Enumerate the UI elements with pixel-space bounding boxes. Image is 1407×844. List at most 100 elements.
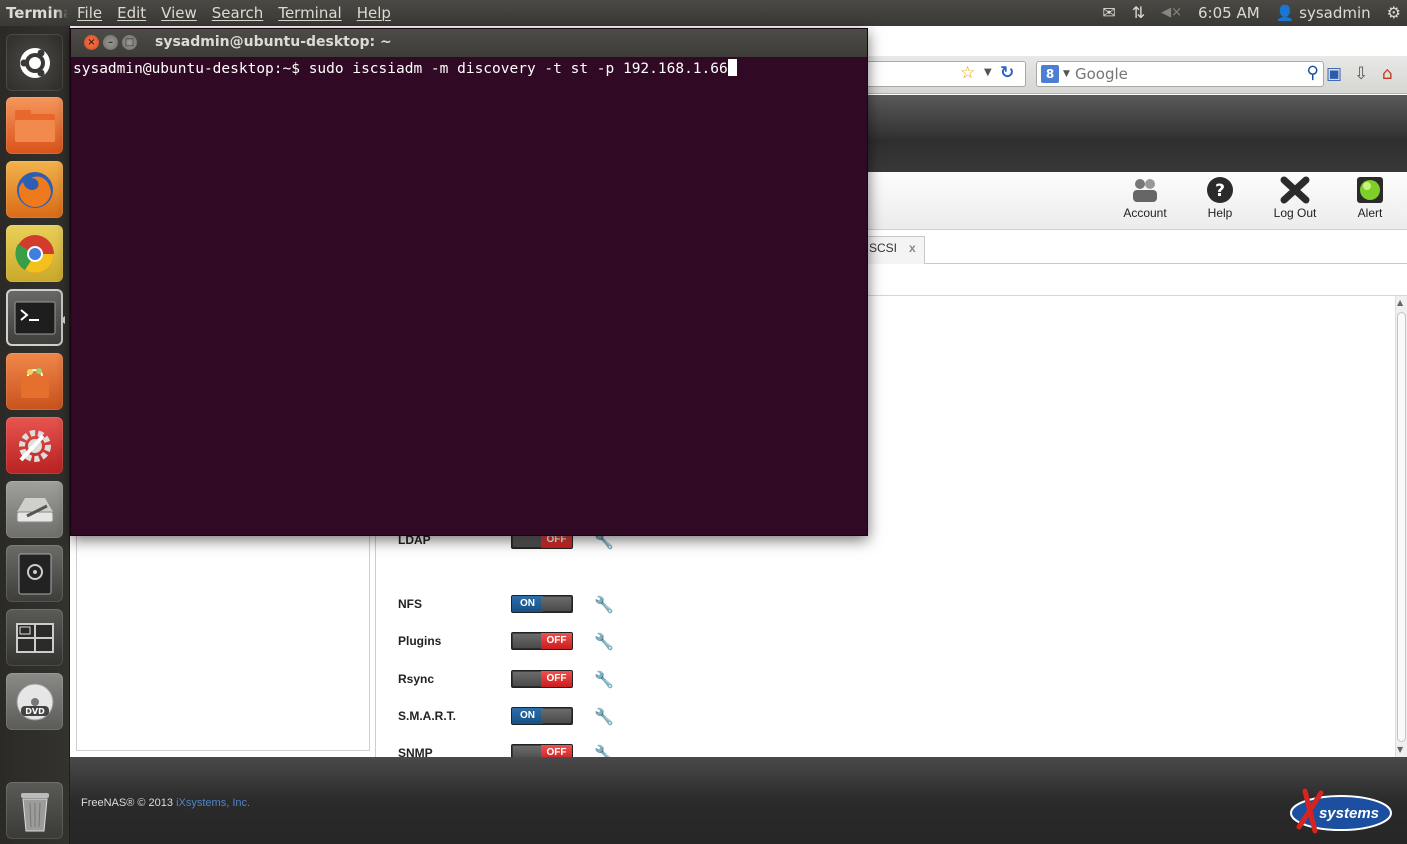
copyright-text: FreeNAS® © 2013 iXsystems, Inc.: [81, 797, 250, 809]
launcher: DVD: [0, 26, 70, 844]
logout-button[interactable]: Log Out: [1265, 176, 1325, 220]
maximize-icon[interactable]: □: [122, 35, 137, 50]
alert-button[interactable]: Alert: [1340, 176, 1400, 220]
downloads-icon[interactable]: ⇩: [1354, 64, 1368, 84]
toggle-state: OFF: [541, 671, 572, 687]
session-gear-icon[interactable]: ⚙: [1387, 3, 1401, 22]
ubuntu-logo-icon: [19, 47, 50, 78]
menu-help[interactable]: Help: [357, 4, 391, 22]
engine-dropdown-icon[interactable]: ▼: [1063, 69, 1070, 79]
clock[interactable]: 6:05 AM: [1198, 4, 1260, 22]
scroll-down-icon[interactable]: ▼: [1397, 745, 1403, 754]
launcher-dash[interactable]: [6, 34, 63, 91]
user-menu[interactable]: 👤 sysadmin: [1276, 4, 1371, 22]
text-cursor: [727, 59, 737, 76]
alert-light-icon: [1357, 177, 1383, 203]
search-icon[interactable]: ⚲: [1307, 63, 1319, 83]
svg-text:systems: systems: [1319, 805, 1379, 822]
shopping-bag-icon: [20, 367, 49, 398]
terminal-window[interactable]: × – □ sysadmin@ubuntu-desktop: ~ sysadmi…: [70, 28, 868, 536]
settings-wrench-icon: [18, 429, 51, 462]
search-input[interactable]: [1075, 64, 1285, 84]
service-toggle[interactable]: OFF: [511, 670, 573, 688]
reload-icon[interactable]: ↻: [1000, 63, 1014, 83]
launcher-backup[interactable]: [6, 545, 63, 602]
launcher-trash[interactable]: [6, 782, 63, 839]
volume-muted-icon[interactable]: ◀×: [1161, 5, 1182, 20]
service-name: Plugins: [398, 634, 442, 648]
history-dropdown-icon[interactable]: ▼: [984, 67, 992, 78]
vertical-scrollbar[interactable]: ▲ ▼: [1395, 296, 1407, 758]
launcher-chromium[interactable]: [6, 225, 63, 282]
tab-iscsi[interactable]: SCSI x: [860, 236, 925, 264]
svg-text:?: ?: [1215, 181, 1225, 201]
network-icon[interactable]: ⇅: [1132, 3, 1145, 22]
mail-icon[interactable]: ✉: [1102, 3, 1115, 22]
account-label: Account: [1123, 206, 1167, 220]
typed-command: sudo iscsiadm -m discovery -t st -p 192.…: [308, 61, 728, 77]
app-menubar: File Edit View Search Terminal Help: [77, 4, 391, 22]
trash-icon: [20, 792, 49, 831]
menu-file[interactable]: File: [77, 4, 102, 22]
terminal-icon: [14, 301, 55, 334]
active-app-title: Terminal: [6, 4, 68, 22]
toggle-state: ON: [512, 708, 543, 724]
minimize-icon[interactable]: –: [103, 35, 118, 50]
toggle-state: ON: [512, 596, 543, 612]
wrench-icon[interactable]: 🔧: [594, 595, 614, 614]
close-icon[interactable]: ×: [84, 35, 99, 50]
help-label: Help: [1207, 206, 1233, 220]
launcher-terminal[interactable]: [6, 289, 63, 346]
alert-label: Alert: [1357, 206, 1383, 220]
scroll-up-icon[interactable]: ▲: [1397, 298, 1403, 307]
launcher-dvd[interactable]: DVD: [6, 673, 63, 730]
ixsystems-logo: systems: [1290, 788, 1392, 834]
wrench-icon[interactable]: 🔧: [594, 670, 614, 689]
menu-terminal[interactable]: Terminal: [278, 4, 341, 22]
bookmarks-icon[interactable]: ▣: [1326, 64, 1342, 84]
logout-x-icon: [1280, 176, 1310, 204]
terminal-title: sysadmin@ubuntu-desktop: ~: [155, 34, 392, 50]
tab-close-icon[interactable]: x: [909, 241, 916, 255]
service-row-rsync: Rsync OFF 🔧: [398, 670, 658, 690]
copyright-label: FreeNAS® © 2013: [81, 797, 177, 809]
tab-iscsi-label: SCSI: [869, 241, 898, 255]
launcher-files[interactable]: [6, 97, 63, 154]
service-name: Rsync: [398, 672, 435, 686]
menu-view[interactable]: View: [161, 4, 197, 22]
logout-label: Log Out: [1273, 206, 1317, 220]
firefox-icon: [16, 171, 53, 208]
terminal-output[interactable]: sysadmin@ubuntu-desktop:~$ sudo iscsiadm…: [73, 59, 867, 535]
launcher-disk-utility[interactable]: [6, 481, 63, 538]
wrench-icon[interactable]: 🔧: [594, 632, 614, 651]
indicator-area: ✉ ⇅ ◀× 6:05 AM 👤 sysadmin ⚙: [1102, 3, 1401, 22]
wrench-icon[interactable]: 🔧: [594, 707, 614, 726]
safe-icon: [18, 553, 51, 594]
help-button[interactable]: ? Help: [1190, 176, 1250, 220]
account-icon: [1133, 179, 1157, 202]
ixsystems-link[interactable]: iXsystems, Inc.: [176, 797, 250, 809]
service-toggle[interactable]: ON: [511, 595, 573, 613]
launcher-firefox[interactable]: [6, 161, 63, 218]
launcher-software-center[interactable]: [6, 353, 63, 410]
service-name: NFS: [398, 597, 422, 611]
folder-icon: [14, 109, 55, 142]
launcher-workspace-switcher[interactable]: [6, 609, 63, 666]
terminal-titlebar[interactable]: × – □ sysadmin@ubuntu-desktop: ~: [71, 29, 867, 57]
service-toggle[interactable]: ON: [511, 707, 573, 725]
freenas-footer: FreeNAS® © 2013 iXsystems, Inc. systems: [70, 757, 1407, 844]
search-bar[interactable]: 8 ▼ ⚲: [1036, 61, 1324, 87]
service-row-nfs: NFS ON 🔧: [398, 595, 658, 615]
user-name: sysadmin: [1299, 3, 1371, 22]
google-engine-icon[interactable]: 8: [1041, 65, 1059, 83]
workspaces-icon: [15, 622, 54, 653]
bookmark-star-icon[interactable]: ☆: [960, 63, 975, 83]
service-name: S.M.A.R.T.: [398, 709, 457, 723]
home-icon[interactable]: ⌂: [1382, 64, 1393, 84]
menu-search[interactable]: Search: [212, 4, 264, 22]
launcher-system-settings[interactable]: [6, 417, 63, 474]
account-button[interactable]: Account: [1115, 176, 1175, 220]
menu-edit[interactable]: Edit: [117, 4, 146, 22]
scrollbar-thumb[interactable]: [1397, 312, 1406, 742]
service-toggle[interactable]: OFF: [511, 632, 573, 650]
